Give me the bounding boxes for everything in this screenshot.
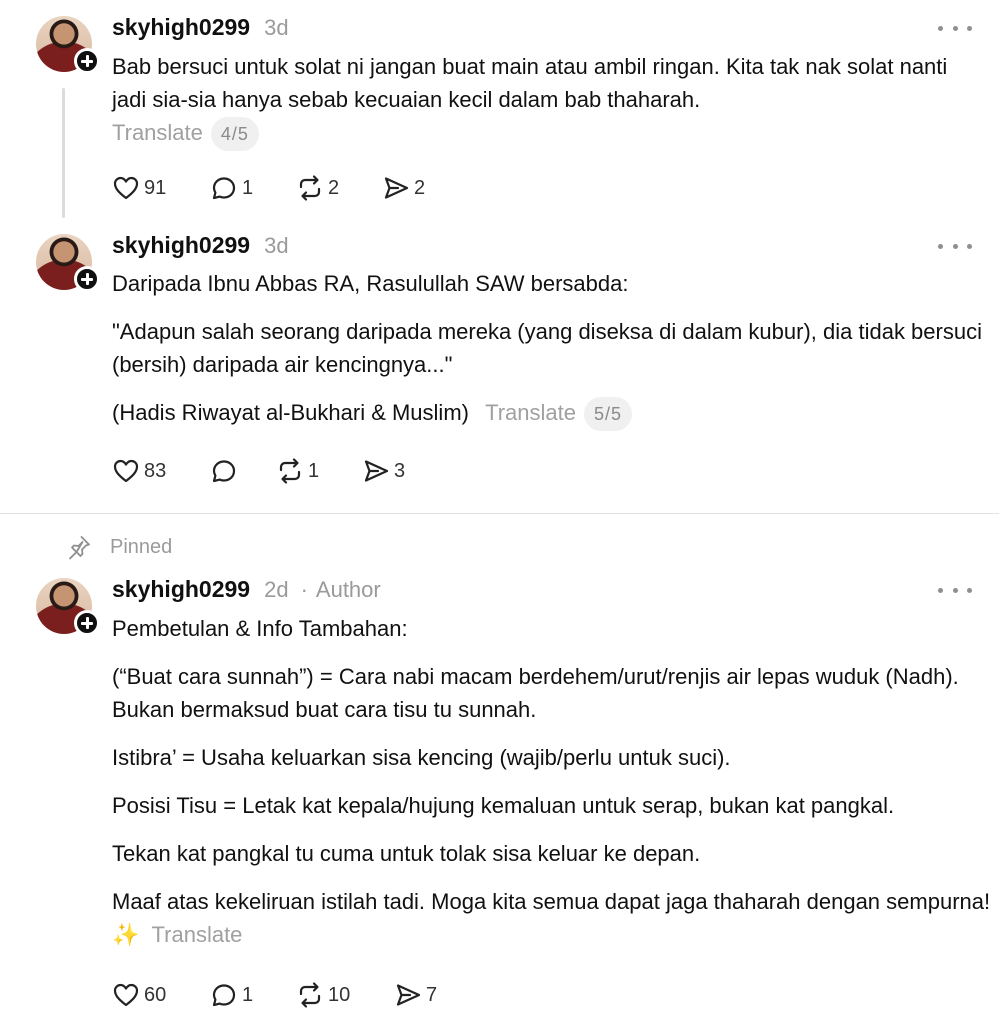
heart-icon [113, 176, 139, 200]
post-text: Tekan kat pangkal tu cuma untuk tolak si… [112, 841, 701, 866]
post-text: "Adapun salah seorang daripada mereka (y… [112, 319, 982, 377]
comment-icon [212, 460, 236, 483]
follow-plus-icon[interactable] [74, 266, 100, 292]
reply-button[interactable]: 1 [210, 174, 296, 202]
pinned-indicator: Pinned [66, 534, 172, 560]
translate-link[interactable]: Translate [485, 400, 576, 425]
post-text: (Hadis Riwayat al-Bukhari & Muslim) [112, 400, 469, 425]
post-time[interactable]: 3d [264, 15, 288, 41]
avatar[interactable] [36, 578, 100, 636]
more-icon[interactable] [938, 585, 972, 595]
post-header: skyhigh0299 2d · Author [112, 576, 381, 603]
sparkle-emoji: ✨ [112, 922, 140, 947]
like-button[interactable]: 91 [112, 174, 210, 202]
comment-icon [212, 984, 236, 1007]
follow-plus-icon[interactable] [74, 48, 100, 74]
send-icon [384, 177, 409, 199]
like-button[interactable]: 83 [112, 457, 210, 485]
repost-button[interactable]: 10 [296, 981, 394, 1009]
post-header: skyhigh0299 3d [112, 14, 289, 41]
follow-plus-icon[interactable] [74, 610, 100, 636]
reply-count: 1 [242, 176, 254, 199]
more-icon[interactable] [938, 23, 972, 33]
translate-link[interactable]: Translate [112, 120, 203, 145]
like-count: 83 [144, 459, 167, 482]
repost-count: 10 [328, 983, 351, 1006]
send-icon [396, 984, 421, 1006]
username[interactable]: skyhigh0299 [112, 576, 250, 603]
post-text: Daripada Ibnu Abbas RA, Rasulullah SAW b… [112, 271, 629, 296]
like-button[interactable]: 60 [112, 981, 210, 1009]
pin-icon [69, 536, 90, 560]
like-count: 60 [144, 983, 167, 1006]
post-text: (“Buat cara sunnah”) = Cara nabi macam b… [112, 664, 959, 722]
repost-icon [299, 175, 321, 201]
post-text: Posisi Tisu = Letak kat kepala/hujung ke… [112, 793, 895, 818]
more-icon[interactable] [938, 241, 972, 251]
post-body: Bab bersuci untuk solat ni jangan buat m… [112, 50, 982, 152]
username[interactable]: skyhigh0299 [112, 232, 250, 259]
post-body: Pembetulan & Info Tambahan: (“Buat cara … [112, 612, 992, 951]
post-actions: 91 1 2 2 [112, 174, 462, 202]
like-count: 91 [144, 176, 167, 199]
avatar[interactable] [36, 16, 100, 74]
author-label: Author [315, 577, 381, 602]
avatar[interactable] [36, 234, 100, 292]
repost-count: 2 [328, 176, 340, 199]
heart-icon [113, 459, 139, 483]
section-divider [0, 513, 999, 514]
reply-count: 1 [242, 983, 254, 1006]
separator-dot: · [300, 577, 308, 602]
reply-button[interactable] [210, 457, 276, 485]
repost-icon [299, 982, 321, 1008]
reply-button[interactable]: 1 [210, 981, 296, 1009]
username[interactable]: skyhigh0299 [112, 14, 250, 41]
page-indicator: 5/5 [584, 397, 633, 432]
pinned-label: Pinned [110, 535, 173, 558]
repost-button[interactable]: 1 [276, 457, 362, 485]
share-count: 2 [414, 176, 426, 199]
share-button[interactable]: 3 [362, 457, 442, 485]
post-text: Pembetulan & Info Tambahan: [112, 616, 408, 641]
page-indicator: 4/5 [210, 117, 259, 152]
share-button[interactable]: 2 [382, 174, 462, 202]
post-text: Maaf atas kekeliruan istilah tadi. Moga … [112, 889, 991, 914]
heart-icon [113, 983, 139, 1007]
repost-button[interactable]: 2 [296, 174, 382, 202]
repost-count: 1 [308, 459, 320, 482]
post-text: Istibra’ = Usaha keluarkan sisa kencing … [112, 745, 731, 770]
share-count: 7 [426, 983, 438, 1006]
send-icon [364, 460, 389, 482]
post-time[interactable]: 2d [264, 577, 288, 603]
share-button[interactable]: 7 [394, 981, 474, 1009]
translate-link[interactable]: Translate [152, 922, 243, 947]
repost-icon [279, 458, 301, 484]
post-text: Bab bersuci untuk solat ni jangan buat m… [112, 54, 948, 112]
comment-icon [212, 177, 236, 200]
share-count: 3 [394, 459, 406, 482]
post-time[interactable]: 3d [264, 233, 288, 259]
post-actions: 60 1 10 7 [112, 981, 474, 1009]
post-actions: 83 1 3 [112, 457, 442, 485]
thread-connector-line [62, 88, 65, 218]
post-body: Daripada Ibnu Abbas RA, Rasulullah SAW b… [112, 267, 982, 432]
post-header: skyhigh0299 3d [112, 232, 289, 259]
